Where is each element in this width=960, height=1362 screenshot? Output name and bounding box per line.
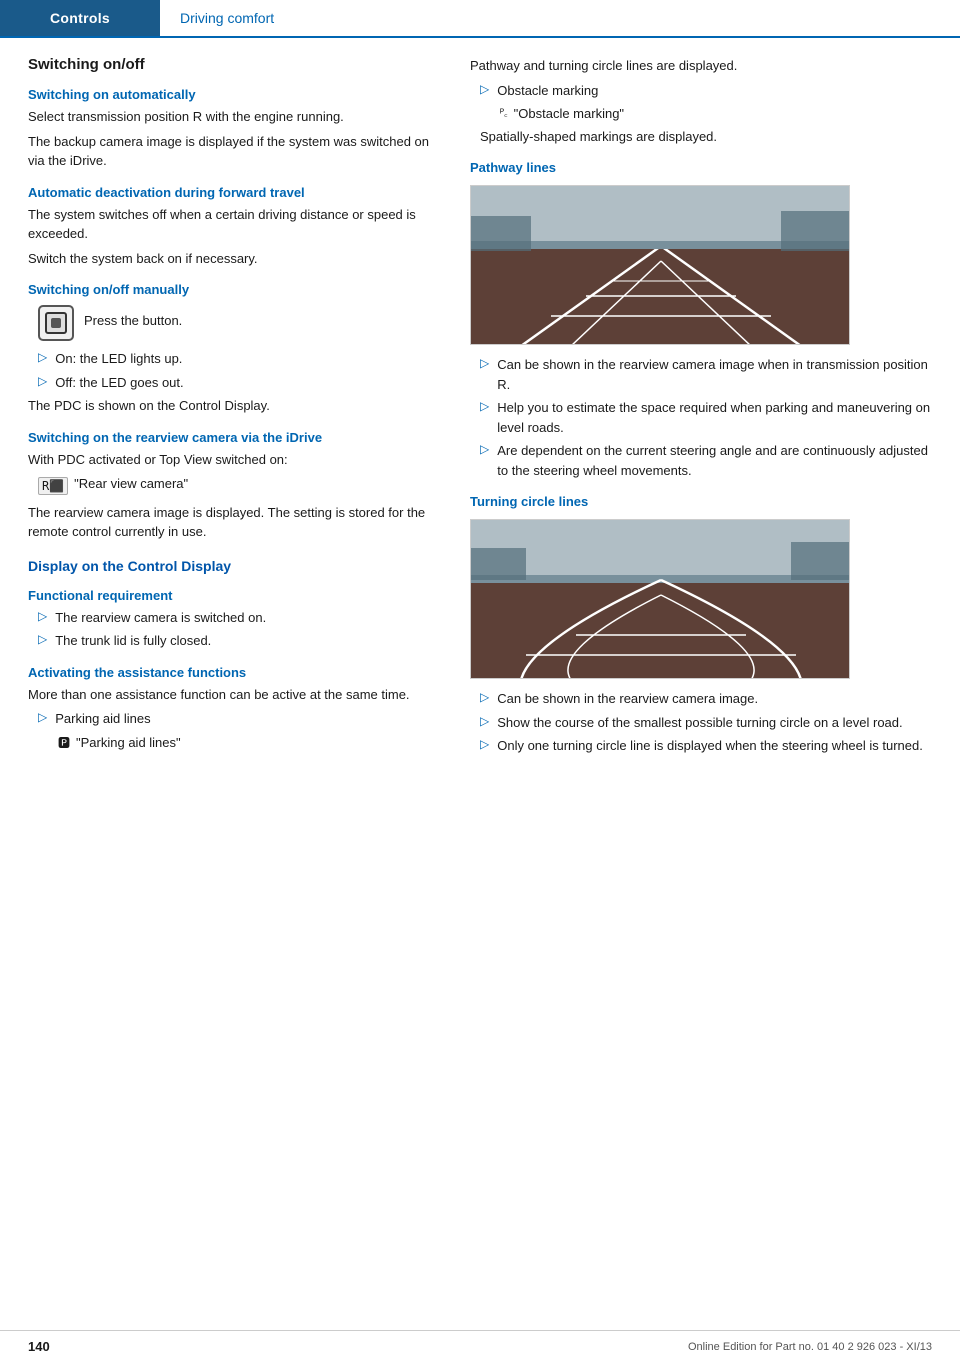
press-button-label: Press the button. bbox=[84, 311, 182, 331]
pathway-bullet1: ▷ Can be shown in the rearview camera im… bbox=[480, 355, 940, 394]
led-off-text: Off: the LED goes out. bbox=[55, 373, 183, 393]
turning-bullet2-text: Show the course of the smallest possible… bbox=[497, 713, 902, 733]
auto-deact-text1: The system switches off when a certain d… bbox=[28, 205, 440, 244]
obstacle-icon-text: "Obstacle marking" bbox=[514, 104, 624, 124]
auto-deact-heading: Automatic deactivation during forward tr… bbox=[28, 185, 440, 200]
pathway-diagram-container bbox=[470, 185, 850, 345]
turning-bullet2: ▷ Show the course of the smallest possib… bbox=[480, 713, 940, 733]
arrow-icon-6: ▷ bbox=[480, 82, 489, 96]
button-icon-inner bbox=[45, 312, 67, 334]
arrow-icon-2: ▷ bbox=[38, 374, 47, 388]
led-off-bullet: ▷ Off: the LED goes out. bbox=[38, 373, 440, 393]
turning-bullet3: ▷ Only one turning circle line is displa… bbox=[480, 736, 940, 756]
page-number: 140 bbox=[28, 1339, 50, 1354]
arrow-icon-12: ▷ bbox=[480, 737, 489, 751]
func-req-heading: Functional requirement bbox=[28, 588, 440, 603]
turning-bullet3-text: Only one turning circle line is displaye… bbox=[497, 736, 923, 756]
activating-heading: Activating the assistance functions bbox=[28, 665, 440, 680]
pdc-button-icon bbox=[38, 305, 74, 341]
left-column: Switching on/off Switching on automatica… bbox=[0, 56, 460, 760]
parking-aid-text: Parking aid lines bbox=[55, 709, 150, 729]
turning-bullet1: ▷ Can be shown in the rearview camera im… bbox=[480, 689, 940, 709]
pathway-lines-heading: Pathway lines bbox=[470, 160, 940, 175]
rearview-text1: With PDC activated or Top View switched … bbox=[28, 450, 440, 470]
pathway-bullet2-text: Help you to estimate the space required … bbox=[497, 398, 940, 437]
func-req-bullet2: ▷ The trunk lid is fully closed. bbox=[38, 631, 440, 651]
auto-deact-text2: Switch the system back on if necessary. bbox=[28, 249, 440, 269]
arrow-icon-3: ▷ bbox=[38, 609, 47, 623]
header-driving-tab[interactable]: Driving comfort bbox=[160, 0, 960, 36]
func-req-bullet1: ▷ The rearview camera is switched on. bbox=[38, 608, 440, 628]
pathway-diagram-svg bbox=[471, 186, 850, 345]
rearview-text2: The rearview camera image is displayed. … bbox=[28, 503, 440, 542]
pathway-bullet2: ▷ Help you to estimate the space require… bbox=[480, 398, 940, 437]
obstacle-icon: ᴾ꜀ bbox=[500, 105, 508, 119]
header-controls-tab[interactable]: Controls bbox=[0, 0, 160, 36]
page-footer: 140 Online Edition for Part no. 01 40 2 … bbox=[0, 1330, 960, 1362]
display-control-heading: Display on the Control Display bbox=[28, 558, 440, 574]
pdc-control-display-text: The PDC is shown on the Control Display. bbox=[28, 396, 440, 416]
button-row: Press the button. bbox=[38, 305, 440, 341]
page-header: Controls Driving comfort bbox=[0, 0, 960, 38]
controls-label: Controls bbox=[50, 10, 110, 26]
led-on-bullet: ▷ On: the LED lights up. bbox=[38, 349, 440, 369]
arrow-icon-1: ▷ bbox=[38, 350, 47, 364]
rearview-switched-on: The rearview camera is switched on. bbox=[55, 608, 266, 628]
rear-view-camera-row: R⬛ "Rear view camera" bbox=[38, 474, 440, 499]
main-content: Switching on/off Switching on automatica… bbox=[0, 38, 960, 760]
pathway-turning-text: Pathway and turning circle lines are dis… bbox=[470, 56, 940, 76]
parking-aid-bullet: ▷ Parking aid lines bbox=[38, 709, 440, 729]
rearview-heading: Switching on the rearview camera via the… bbox=[28, 430, 440, 445]
right-column: Pathway and turning circle lines are dis… bbox=[460, 56, 960, 760]
obstacle-bullet: ▷ Obstacle marking bbox=[480, 81, 940, 101]
turning-circle-heading: Turning circle lines bbox=[470, 494, 940, 509]
obstacle-sub: ᴾ꜀ "Obstacle marking" bbox=[500, 104, 940, 124]
trunk-lid-closed: The trunk lid is fully closed. bbox=[55, 631, 211, 651]
turning-diagram-container bbox=[470, 519, 850, 679]
turning-bullet1-text: Can be shown in the rearview camera imag… bbox=[497, 689, 758, 709]
parking-aid-sub-text: "Parking aid lines" bbox=[76, 733, 181, 753]
rear-view-camera-text: "Rear view camera" bbox=[74, 474, 188, 494]
parking-icon-1: 🅿 bbox=[58, 734, 70, 751]
obstacle-marking-text: Obstacle marking bbox=[497, 81, 598, 101]
switching-auto-text2: The backup camera image is displayed if … bbox=[28, 132, 440, 171]
turning-diagram-svg bbox=[471, 520, 850, 679]
driving-comfort-label: Driving comfort bbox=[180, 10, 274, 26]
arrow-icon-9: ▷ bbox=[480, 442, 489, 456]
arrow-icon-10: ▷ bbox=[480, 690, 489, 704]
footer-info-text: Online Edition for Part no. 01 40 2 926 … bbox=[688, 1341, 932, 1353]
switching-auto-text1: Select transmission position R with the … bbox=[28, 107, 440, 127]
switching-on-off-title: Switching on/off bbox=[28, 56, 440, 73]
parking-aid-sub: 🅿 "Parking aid lines" bbox=[58, 733, 440, 753]
arrow-icon-4: ▷ bbox=[38, 632, 47, 646]
pathway-bullet1-text: Can be shown in the rearview camera imag… bbox=[497, 355, 940, 394]
arrow-icon-11: ▷ bbox=[480, 714, 489, 728]
switching-manual-heading: Switching on/off manually bbox=[28, 282, 440, 297]
arrow-icon-7: ▷ bbox=[480, 356, 489, 370]
obstacle-marking-desc: Spatially-shaped markings are displayed. bbox=[480, 127, 940, 147]
pathway-bullet3-text: Are dependent on the current steering an… bbox=[497, 441, 940, 480]
rear-camera-icon: R⬛ bbox=[38, 477, 68, 495]
activating-text1: More than one assistance function can be… bbox=[28, 685, 440, 705]
pathway-bullet3: ▷ Are dependent on the current steering … bbox=[480, 441, 940, 480]
arrow-icon-5: ▷ bbox=[38, 710, 47, 724]
switching-auto-heading: Switching on automatically bbox=[28, 87, 440, 102]
arrow-icon-8: ▷ bbox=[480, 399, 489, 413]
led-on-text: On: the LED lights up. bbox=[55, 349, 182, 369]
